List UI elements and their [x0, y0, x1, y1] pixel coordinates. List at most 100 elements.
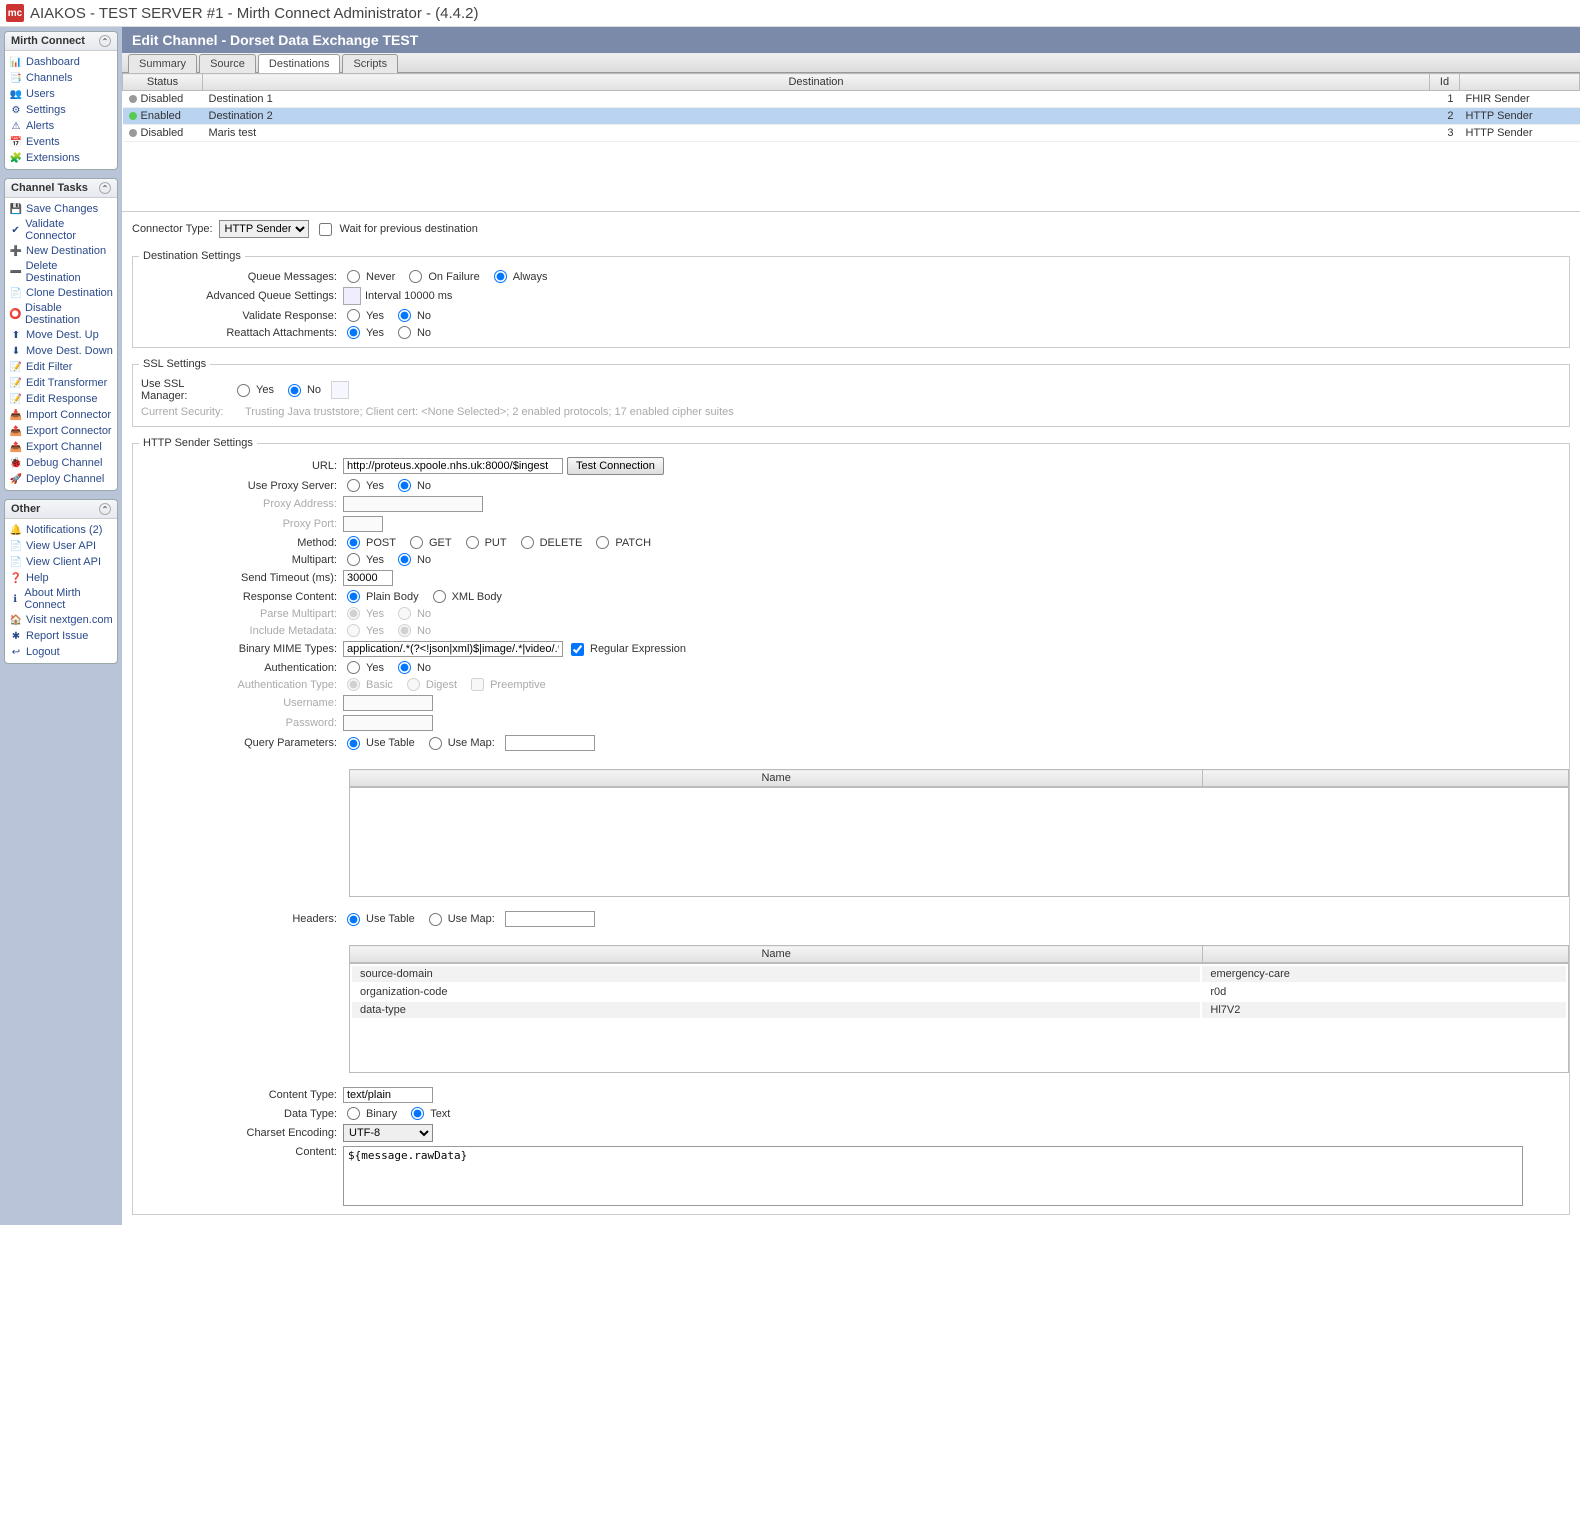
nav-icon: ℹ	[9, 592, 21, 606]
timeout-input[interactable]	[343, 570, 393, 586]
multipart-no-radio[interactable]	[398, 553, 411, 566]
nav-item[interactable]: 📅Events	[9, 134, 113, 150]
nav-item[interactable]: 👥Users	[9, 86, 113, 102]
nav-item[interactable]: 🔔Notifications (2)	[9, 522, 113, 538]
content-textarea[interactable]	[343, 1146, 1523, 1206]
nav-item[interactable]: ⭕Disable Destination	[9, 301, 113, 327]
queue-onfail-radio[interactable]	[409, 270, 422, 283]
qp-map-radio[interactable]	[429, 737, 442, 750]
nav-item[interactable]: 📝Edit Response	[9, 391, 113, 407]
multipart-yes-radio[interactable]	[347, 553, 360, 566]
nav-item[interactable]: 📝Edit Transformer	[9, 375, 113, 391]
nav-item[interactable]: ⚠Alerts	[9, 118, 113, 134]
tab-summary[interactable]: Summary	[128, 54, 197, 73]
nav-item[interactable]: ✱Report Issue	[9, 628, 113, 644]
test-connection-button[interactable]: Test Connection	[567, 457, 664, 475]
resp-xml-radio[interactable]	[433, 590, 446, 603]
qp-map-input[interactable]	[505, 735, 595, 751]
collapse-icon[interactable]: ⌃	[99, 503, 111, 515]
query-params-table[interactable]: Name	[349, 769, 1569, 787]
col-id[interactable]: Id	[1430, 74, 1460, 91]
header-row[interactable]: source-domainemergency-care	[352, 966, 1566, 982]
nav-item[interactable]: ❓Help	[9, 570, 113, 586]
ssl-no-radio[interactable]	[288, 384, 301, 397]
hd-map-radio[interactable]	[429, 913, 442, 926]
headers-table[interactable]: Name	[349, 945, 1569, 963]
method-patch-radio[interactable]	[596, 536, 609, 549]
url-input[interactable]	[343, 458, 563, 474]
queue-messages-label: Queue Messages:	[133, 271, 343, 283]
nav-item[interactable]: 📝Edit Filter	[9, 359, 113, 375]
regex-checkbox[interactable]	[571, 643, 584, 656]
nav-item[interactable]: ➕New Destination	[9, 243, 113, 259]
bin-mime-input[interactable]	[343, 641, 563, 657]
method-put-radio[interactable]	[466, 536, 479, 549]
nav-item[interactable]: ℹAbout Mirth Connect	[9, 586, 113, 612]
qp-table-radio[interactable]	[347, 737, 360, 750]
validate-yes-radio[interactable]	[347, 309, 360, 322]
content-type-input[interactable]	[343, 1087, 433, 1103]
auth-yes-radio[interactable]	[347, 661, 360, 674]
auth-no-radio[interactable]	[398, 661, 411, 674]
nav-item[interactable]: ➖Delete Destination	[9, 259, 113, 285]
collapse-icon[interactable]: ⌃	[99, 35, 111, 47]
nav-item[interactable]: 📄Clone Destination	[9, 285, 113, 301]
destination-row[interactable]: DisabledMaris test3HTTP Sender	[123, 125, 1580, 142]
col-connector[interactable]	[1460, 74, 1580, 91]
destination-row[interactable]: EnabledDestination 22HTTP Sender	[123, 108, 1580, 125]
nav-item[interactable]: 🚀Deploy Channel	[9, 471, 113, 487]
col-status[interactable]: Status	[123, 74, 203, 91]
tab-destinations[interactable]: Destinations	[258, 54, 341, 73]
status-dot-icon	[129, 95, 137, 103]
destination-settings: Destination Settings Queue Messages: Nev…	[132, 250, 1570, 348]
nav-item[interactable]: 📥Import Connector	[9, 407, 113, 423]
hd-table-radio[interactable]	[347, 913, 360, 926]
reattach-yes-radio[interactable]	[347, 326, 360, 339]
nav-item[interactable]: 📄View Client API	[9, 554, 113, 570]
proxy-no-radio[interactable]	[398, 479, 411, 492]
header-row[interactable]: organization-coder0d	[352, 984, 1566, 1000]
data-text-radio[interactable]	[411, 1107, 424, 1120]
collapse-icon[interactable]: ⌃	[99, 182, 111, 194]
queue-always-radio[interactable]	[494, 270, 507, 283]
ssl-yes-radio[interactable]	[237, 384, 250, 397]
method-post-radio[interactable]	[347, 536, 360, 549]
nav-item[interactable]: 🧩Extensions	[9, 150, 113, 166]
nav-item[interactable]: 📤Export Connector	[9, 423, 113, 439]
nav-item[interactable]: 📑Channels	[9, 70, 113, 86]
destinations-table[interactable]: Status Destination Id DisabledDestinatio…	[122, 73, 1580, 142]
tab-source[interactable]: Source	[199, 54, 256, 73]
validate-no-radio[interactable]	[398, 309, 411, 322]
charset-select[interactable]: UTF-8	[343, 1124, 433, 1142]
resp-plain-radio[interactable]	[347, 590, 360, 603]
data-binary-radio[interactable]	[347, 1107, 360, 1120]
destination-row[interactable]: DisabledDestination 11FHIR Sender	[123, 91, 1580, 108]
nav-item[interactable]: ⬇Move Dest. Down	[9, 343, 113, 359]
nav-item[interactable]: ✔Validate Connector	[9, 217, 113, 243]
url-label: URL:	[133, 460, 343, 472]
header-row[interactable]: data-typeHl7V2	[352, 1002, 1566, 1018]
nav-item[interactable]: 📊Dashboard	[9, 54, 113, 70]
nav-item[interactable]: ⚙Settings	[9, 102, 113, 118]
wait-previous-checkbox[interactable]	[319, 223, 332, 236]
nav-item[interactable]: 🏠Visit nextgen.com	[9, 612, 113, 628]
nav-item[interactable]: 📤Export Channel	[9, 439, 113, 455]
nav-item[interactable]: ⬆Move Dest. Up	[9, 327, 113, 343]
method-delete-radio[interactable]	[521, 536, 534, 549]
tab-scripts[interactable]: Scripts	[342, 54, 398, 73]
col-destination[interactable]: Destination	[203, 74, 1430, 91]
queue-settings-icon[interactable]	[343, 287, 361, 305]
reattach-no-radio[interactable]	[398, 326, 411, 339]
method-get-radio[interactable]	[410, 536, 423, 549]
nav-item[interactable]: 💾Save Changes	[9, 201, 113, 217]
status-dot-icon	[129, 112, 137, 120]
queue-never-radio[interactable]	[347, 270, 360, 283]
proxy-yes-radio[interactable]	[347, 479, 360, 492]
nav-item[interactable]: 🐞Debug Channel	[9, 455, 113, 471]
connector-type-select[interactable]: HTTP Sender	[219, 220, 309, 238]
nav-icon: 📝	[9, 392, 23, 406]
nav-item[interactable]: 📄View User API	[9, 538, 113, 554]
nav-item[interactable]: ↩Logout	[9, 644, 113, 660]
http-sender-settings: HTTP Sender Settings URL: Test Connectio…	[132, 437, 1570, 1215]
hd-map-input[interactable]	[505, 911, 595, 927]
